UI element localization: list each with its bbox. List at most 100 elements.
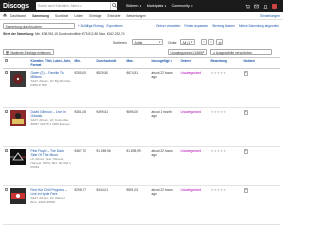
order-value: All (1 — [182, 41, 191, 46]
notes-cell: + — [242, 107, 280, 148]
folder-link[interactable]: Uncategorized — [181, 188, 202, 192]
customize-fields-link[interactable]: Felder anpassen — [184, 24, 208, 28]
tab-submissions[interactable]: Einträge — [86, 14, 104, 18]
inbox-icon[interactable] — [254, 4, 259, 9]
tab-collection[interactable]: Sammlung — [29, 14, 52, 18]
trash-icon: 🗑 — [5, 51, 10, 56]
sort-label: Sortieren — [113, 40, 127, 45]
row-checkbox[interactable] — [4, 71, 8, 75]
add-note-button[interactable]: + — [243, 110, 248, 115]
settings-link[interactable]: Einstellungen — [260, 14, 280, 18]
sort-desc-icon: ▼ — [170, 60, 173, 64]
collection-search-input[interactable]: Sammlung durchsuchen — [3, 23, 75, 29]
header-median-label: Durchschnitt — [96, 59, 117, 64]
tab-drafts[interactable]: Entwürfe — [104, 14, 123, 18]
max-cell: €696,00 — [125, 107, 150, 148]
random-entry-link[interactable]: +Zufällige Eintrag — [78, 24, 104, 28]
add-note-button[interactable]: + — [243, 149, 248, 154]
median-cell: €444,01 — [95, 185, 125, 226]
prev-page-button[interactable]: ‹ — [201, 39, 207, 45]
header-rating-label: Bewertung — [210, 59, 227, 64]
album-cover-image[interactable] — [9, 71, 26, 88]
folder-link[interactable]: Uncategorized — [181, 149, 202, 153]
album-cover-image[interactable] — [9, 188, 26, 205]
notes-cell: + — [242, 68, 280, 109]
cover-cell — [8, 185, 29, 226]
rating-cell: ★★★★★ — [209, 185, 242, 226]
folder-link[interactable]: Uncategorized — [181, 71, 202, 75]
nav-browse[interactable]: Stöbern▼ — [126, 4, 142, 8]
change-rating-link[interactable]: Wertung ändern — [212, 24, 235, 28]
remove-selected-button[interactable]: 🗑 Markierte Einträge entfernen — [3, 49, 54, 55]
collection-fetched-link[interactable]: Meine Sammlung abgerufen — [239, 24, 279, 28]
collection-table: Künstler, Titel, Label, Jahr, Format Min… — [3, 56, 280, 226]
cart-icon[interactable] — [245, 4, 250, 9]
value-med: €75.812,80 — [82, 32, 99, 36]
rating-stars[interactable]: ★★★★★ — [211, 110, 227, 114]
value-max-label: Max. — [99, 32, 106, 36]
added-cell: about 22 hours ago — [150, 68, 179, 109]
collection-value-label: Wert der Sammlung: — [3, 32, 35, 36]
folder-select[interactable]: Uncategorized (1665) ▼ — [168, 49, 207, 55]
nav-marketplace[interactable]: Marktplatz▼ — [147, 4, 167, 8]
header-release[interactable]: Künstler, Titel, Label, Jahr, Format — [29, 56, 73, 70]
max-cell: €1.895,99 — [125, 146, 150, 187]
notes-cell: + — [242, 146, 280, 187]
move-selected-button[interactable]: ➜ Ausgewählte verschieben — [210, 49, 272, 55]
header-folder[interactable]: Ordner — [179, 56, 209, 70]
view-settings-button[interactable] — [216, 39, 223, 45]
export-link[interactable]: Exportieren — [107, 24, 123, 28]
table-row: Pink Floyd – The Dark Side Of The Moon LP… — [3, 146, 280, 187]
rating-cell: ★★★★★ — [209, 107, 242, 148]
release-cell: Pink Floyd – The Dark Side Of The Moon LP… — [29, 146, 73, 187]
release-cell: David Gilmour – Live In Gdańsk S&JT. Albu… — [29, 107, 73, 148]
search-input[interactable]: Suche nach Künstlern, Alben u — [35, 2, 117, 10]
row-checkbox[interactable] — [4, 149, 8, 153]
avatar[interactable] — [272, 3, 277, 9]
album-cover-image[interactable] — [9, 149, 26, 166]
rating-stars[interactable]: ★★★★★ — [211, 71, 227, 75]
sort-row: Sortieren Artist ▼ Order All (1 ▼ ‹ › — [0, 39, 283, 46]
header-release-label: Künstler, Titel, Label, Jahr, Format — [30, 59, 71, 68]
home-button[interactable] — [0, 13, 7, 18]
folder-cell: Uncategorized — [179, 107, 209, 148]
random-entry-label: Zufällige Eintrag — [80, 24, 104, 28]
min-cell: €250,00 — [73, 68, 95, 109]
nav-community[interactable]: Community▼ — [172, 4, 193, 8]
sort-value: Artist — [134, 41, 143, 46]
chevron-down-icon: ▼ — [190, 41, 193, 45]
rating-stars[interactable]: ★★★★★ — [211, 188, 227, 192]
next-page-button[interactable]: › — [208, 39, 214, 45]
header-max[interactable]: Max. — [125, 56, 150, 70]
chevron-down-icon: ▼ — [190, 5, 194, 8]
header-added[interactable]: hinzugefügt▼ — [150, 56, 179, 70]
add-note-button[interactable]: + — [243, 188, 248, 193]
table-row: David Gilmour – Live In Gdańsk S&JT. Albu… — [3, 107, 280, 148]
album-cover-image[interactable] — [9, 110, 26, 127]
tab-wantlist[interactable]: Suchliste — [52, 14, 71, 18]
tab-lists[interactable]: Listen — [71, 14, 86, 18]
sort-select[interactable]: Artist ▼ — [132, 39, 163, 45]
folder-cell: Uncategorized — [179, 68, 209, 109]
select-all-checkbox[interactable] — [4, 59, 8, 63]
nav-browse-label: Stöbern — [125, 4, 139, 8]
search-button[interactable] — [109, 2, 117, 10]
tab-ratings[interactable]: Bewertungen — [124, 14, 149, 18]
row-checkbox[interactable] — [4, 110, 8, 114]
header-min[interactable]: Min. — [73, 56, 95, 70]
row-checkbox[interactable] — [4, 188, 8, 192]
manage-folders-link[interactable]: Ordner verwalten — [156, 24, 180, 28]
min-cell: €298,77 — [73, 185, 95, 226]
bell-icon[interactable] — [263, 4, 268, 9]
tab-dashboard[interactable]: Dashboard — [7, 14, 29, 18]
folder-link[interactable]: Uncategorized — [181, 110, 202, 114]
added-cell: about 1 month ago — [150, 107, 179, 148]
rating-stars[interactable]: ★★★★★ — [211, 149, 227, 153]
header-notes[interactable]: Notizen — [242, 56, 280, 70]
sub-nav: Dashboard Sammlung Suchliste Listen Eint… — [0, 12, 283, 20]
add-note-button[interactable]: + — [243, 71, 248, 76]
header-rating[interactable]: Bewertung — [209, 56, 242, 70]
order-select[interactable]: All (1 ▼ — [180, 39, 195, 45]
discogs-logo[interactable]: Discogs — [3, 3, 29, 10]
header-median[interactable]: Durchschnitt — [95, 56, 125, 70]
